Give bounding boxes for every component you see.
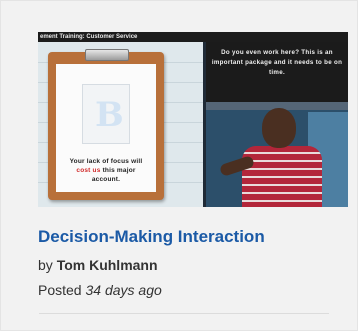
author-name: Tom Kuhlmann — [56, 257, 158, 273]
post-thumbnail[interactable]: ement Training: Customer Service B Your … — [38, 32, 348, 207]
caption-text-emphasis: cost us — [76, 167, 101, 174]
clipboard-illustration: B Your lack of focus will cost us this m… — [48, 49, 164, 200]
clipboard-clip — [85, 49, 129, 61]
post-card: ement Training: Customer Service B Your … — [0, 0, 358, 331]
person-head — [262, 108, 296, 148]
posted-relative-time: 34 days ago — [85, 282, 162, 298]
caption-text-before: Your lack of focus will — [69, 158, 143, 165]
post-date-line: Posted 34 days ago — [38, 282, 162, 298]
speech-caption: Do you even work here? This is an import… — [206, 42, 348, 102]
thumbnail-left-panel: B Your lack of focus will cost us this m… — [38, 42, 203, 207]
author-prefix: by — [38, 257, 53, 273]
thumbnail-right-panel: Do you even work here? This is an import… — [206, 42, 348, 207]
post-author-line: by Tom Kuhlmann — [38, 257, 158, 273]
posted-prefix: Posted — [38, 282, 82, 298]
document-icon: B — [82, 84, 130, 144]
clipboard-caption: Your lack of focus will cost us this maj… — [62, 157, 150, 184]
clipboard-paper: B Your lack of focus will cost us this m… — [56, 64, 156, 192]
post-title-link[interactable]: Decision-Making Interaction — [38, 227, 265, 247]
thumbnail-topbar-title: ement Training: Customer Service — [38, 32, 348, 42]
card-divider — [39, 313, 329, 314]
document-glyph: B — [95, 95, 124, 135]
person-shirt — [242, 146, 322, 207]
